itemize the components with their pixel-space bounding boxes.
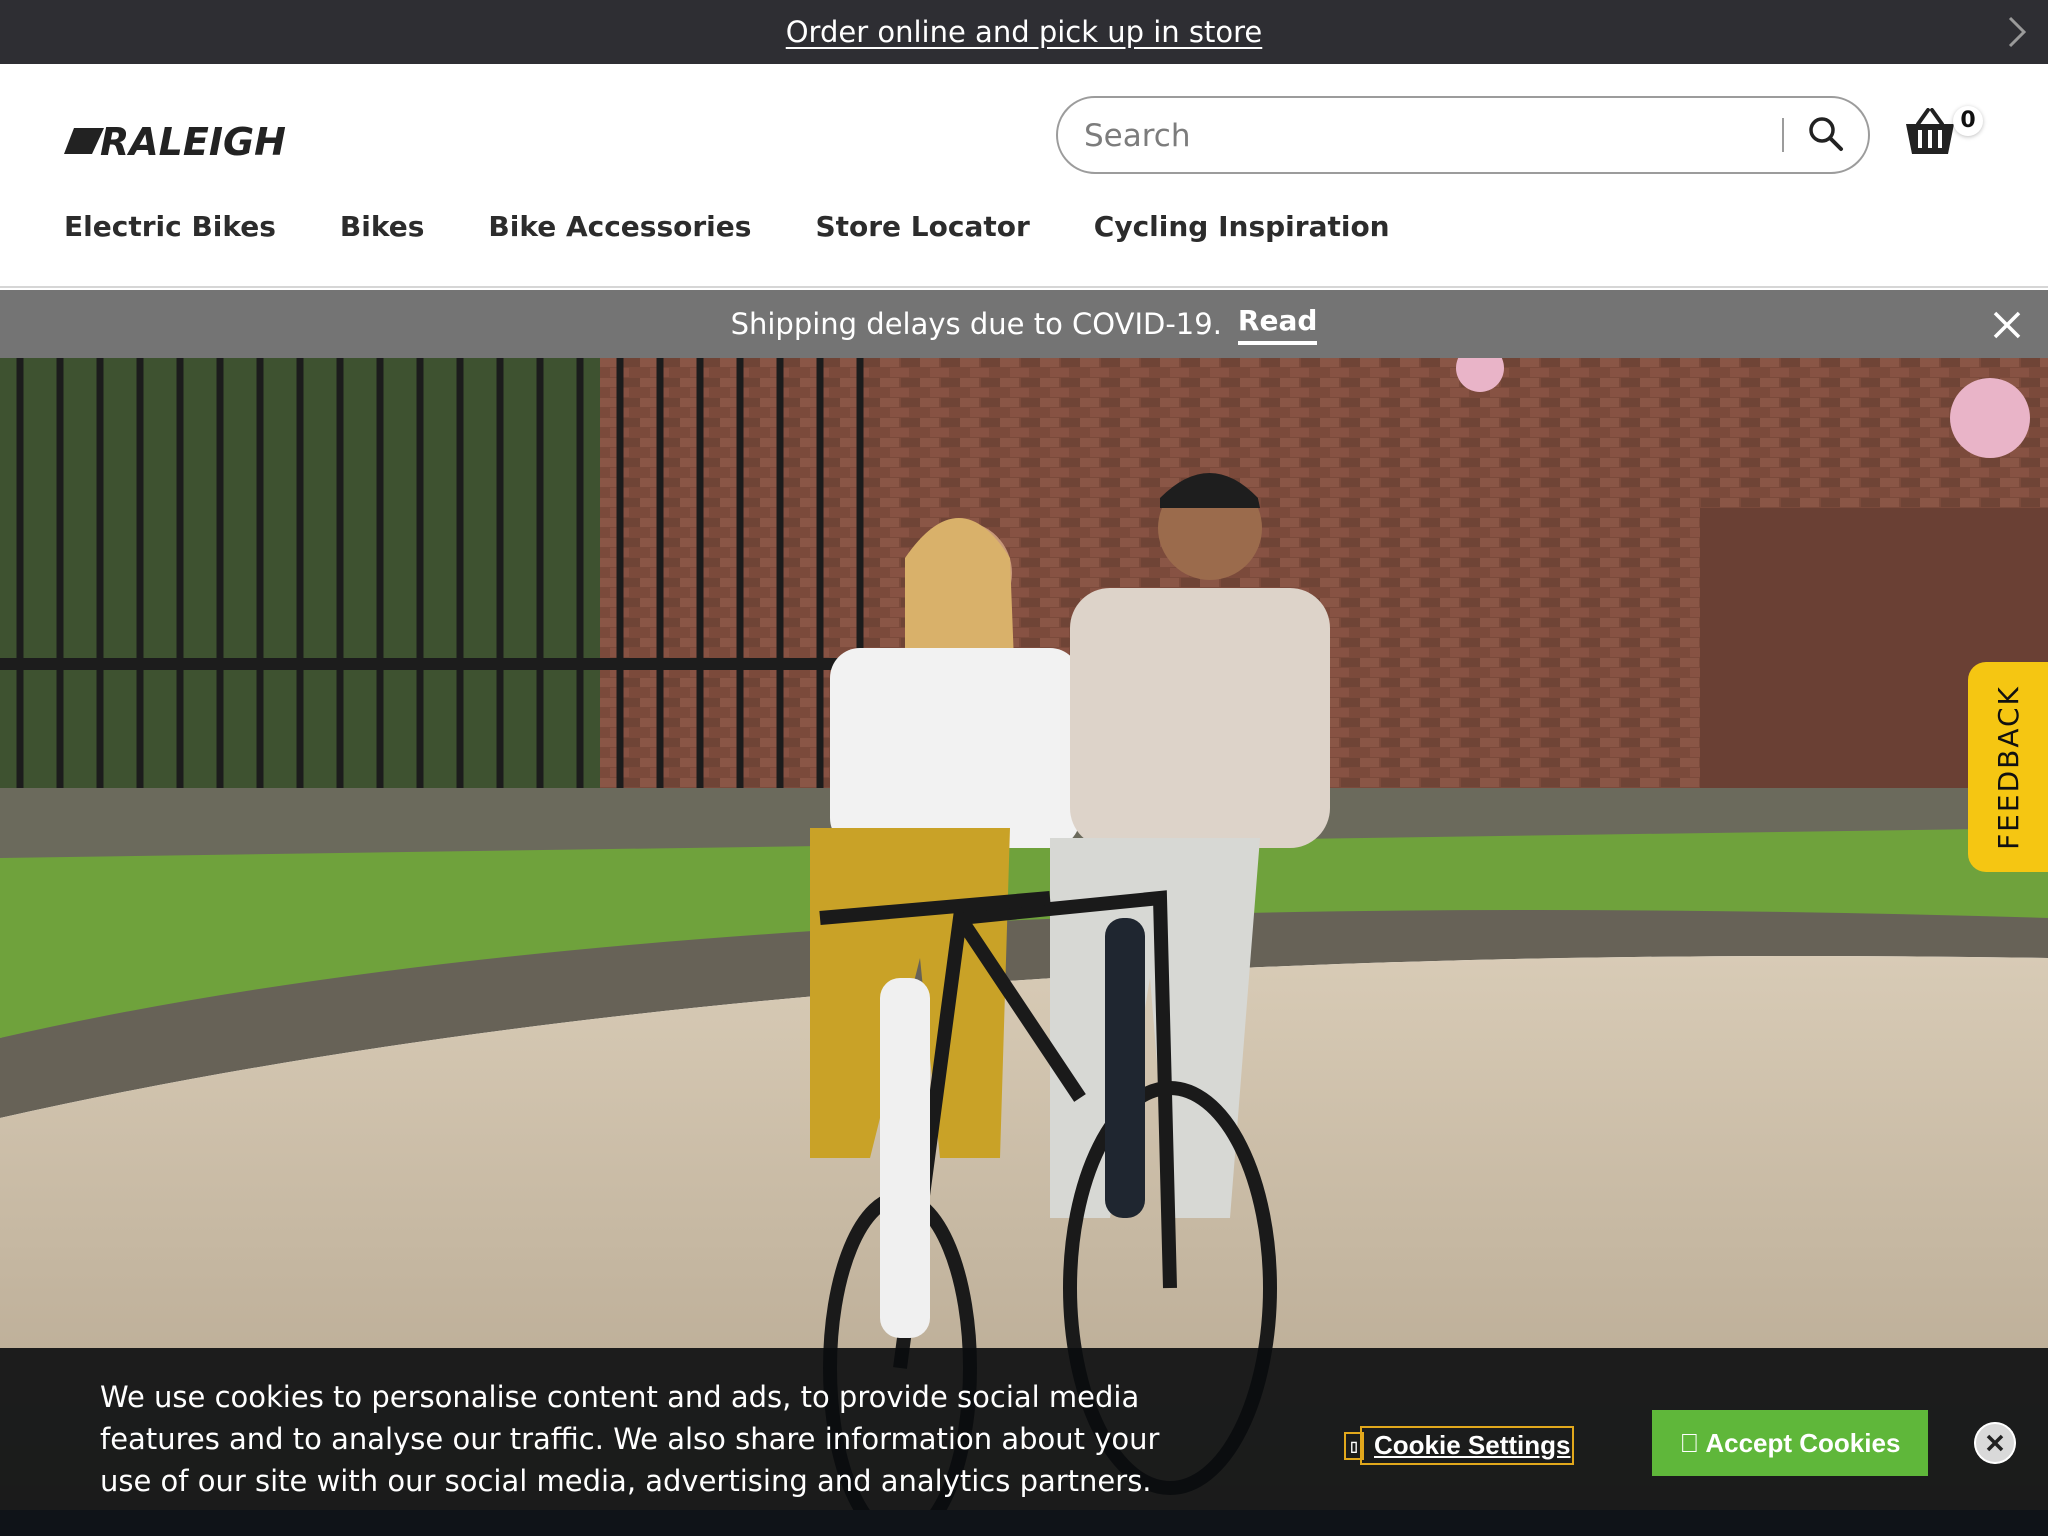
search-icon[interactable] [1806,114,1846,154]
notice-text: Shipping delays due to COVID-19. [730,307,1222,341]
chevron-right-icon[interactable] [2002,14,2030,50]
cookie-banner: We use cookies to personalise content an… [0,1348,2048,1510]
nav-cycling-inspiration[interactable]: Cycling Inspiration [1094,210,1390,243]
close-icon[interactable] [1974,1422,2016,1464]
feedback-tab[interactable]: FEEDBACK [1968,662,2048,872]
accept-cookies-button[interactable]:   Accept Cookies [1652,1410,1928,1476]
search-input[interactable] [1082,108,1806,164]
site-header: RALEIGH 0 Electric Bikes Bikes Bike Acce… [0,64,2048,288]
promo-bar: Order online and pick up in store [0,0,2048,64]
nav-bikes[interactable]: Bikes [340,210,424,243]
covid-notice-bar: Shipping delays due to COVID-19. Read [0,290,2048,358]
search-box [1056,96,1870,174]
basket-count: 0 [1953,106,1983,136]
search-divider [1782,118,1784,152]
nav-store-locator[interactable]: Store Locator [815,210,1029,243]
close-icon[interactable] [1992,310,2022,340]
feedback-label: FEEDBACK [1991,684,2025,850]
page-bottom-strip [0,1510,2048,1536]
raleigh-logo[interactable]: RALEIGH [64,120,390,164]
cookie-settings-button[interactable]: ▯ Cookie Settings [1344,1426,1575,1465]
nav-electric-bikes[interactable]: Electric Bikes [64,210,276,243]
cookie-message: We use cookies to personalise content an… [100,1380,1160,1498]
logo-text: RALEIGH [100,124,286,158]
basket-icon[interactable] [1904,108,1956,158]
nav-bike-accessories[interactable]: Bike Accessories [488,210,751,243]
main-nav: Electric Bikes Bikes Bike Accessories St… [64,210,1454,243]
notice-read-link[interactable]: Read [1237,304,1318,345]
settings-glyph-icon: ▯ [1344,1431,1364,1460]
promo-link[interactable]: Order online and pick up in store [786,15,1263,49]
cookie-settings-label: Cookie Settings [1374,1430,1571,1460]
